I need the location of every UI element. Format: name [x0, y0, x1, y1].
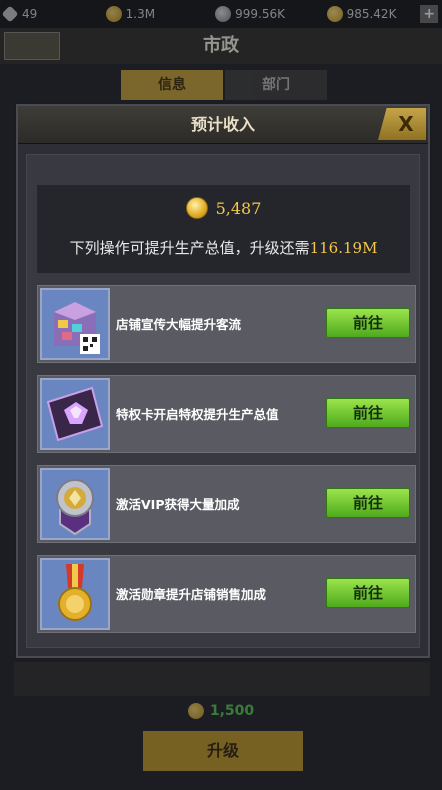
medal-icon — [40, 558, 110, 630]
upgrade-button[interactable]: 升级 — [143, 731, 303, 771]
tab-department[interactable]: 部门 — [225, 70, 327, 100]
privilege-card-icon — [40, 378, 110, 450]
background-row — [14, 662, 430, 696]
gold-value: 5,487 — [215, 198, 262, 218]
modal-header: 预计收入 X — [18, 106, 428, 144]
vip-badge-icon — [40, 468, 110, 540]
coin-icon — [187, 703, 204, 719]
task-item: 激活VIP获得大量加成 前往 — [37, 465, 416, 543]
task-item: 店铺宣传大幅提升客流 前往 — [37, 285, 416, 363]
background-title: 市政 — [203, 35, 239, 56]
add-resource-button[interactable]: + — [420, 5, 438, 23]
upgrade-requirement: 下列操作可提升生产总值，升级还需116.19M — [37, 237, 410, 258]
resource-value: 1.3M — [125, 7, 156, 21]
go-button[interactable]: 前往 — [326, 308, 410, 338]
upgrade-cost: 1,500 — [0, 703, 442, 719]
task-item: 特权卡开启特权提升生产总值 前往 — [37, 375, 416, 453]
shop-building-icon — [40, 288, 110, 360]
tab-info[interactable]: 信息 — [121, 70, 223, 100]
go-button[interactable]: 前往 — [326, 578, 410, 608]
resource-gold[interactable]: 985.42K — [326, 3, 417, 25]
task-label: 激活VIP获得大量加成 — [116, 497, 240, 512]
task-item: 激活勋章提升店铺销售加成 前往 — [37, 555, 416, 633]
modal-body: 5,487 下列操作可提升生产总值，升级还需116.19M 店铺宣传大幅提升客流… — [26, 154, 420, 648]
resource-coin[interactable]: 1.3M — [105, 3, 211, 25]
screen: 49 1.3M 999.56K 985.42K + 市政 信息 部门 1,500… — [0, 0, 442, 790]
resource-silver[interactable]: 999.56K — [215, 3, 322, 25]
resource-bar: 49 1.3M 999.56K 985.42K + — [0, 0, 442, 28]
modal-title: 预计收入 — [190, 115, 255, 134]
income-summary: 5,487 下列操作可提升生产总值，升级还需116.19M — [37, 185, 410, 273]
go-button[interactable]: 前往 — [326, 488, 410, 518]
task-label: 激活勋章提升店铺销售加成 — [116, 587, 267, 602]
resource-value: 999.56K — [235, 7, 285, 21]
requirement-label: 下列操作可提升生产总值，升级还需 — [69, 239, 310, 257]
income-modal: 预计收入 X 5,487 下列操作可提升生产总值，升级还需116.19M 店铺宣… — [16, 104, 430, 658]
gold-coin-icon — [185, 197, 208, 219]
gold-row: 5,487 — [37, 197, 410, 219]
diamond-icon — [1, 5, 19, 23]
resource-diamond[interactable]: 49 — [1, 3, 102, 25]
task-label: 店铺宣传大幅提升客流 — [116, 317, 242, 332]
silver-icon — [215, 6, 232, 22]
task-label: 特权卡开启特权提升生产总值 — [116, 407, 279, 422]
upgrade-cost-value: 1,500 — [209, 703, 255, 719]
go-button[interactable]: 前往 — [326, 398, 410, 428]
resource-value: 49 — [22, 7, 38, 21]
gold-icon — [326, 6, 343, 22]
resource-value: 985.42K — [346, 7, 397, 21]
coin-icon — [105, 6, 122, 22]
requirement-value: 116.19M — [309, 239, 378, 257]
